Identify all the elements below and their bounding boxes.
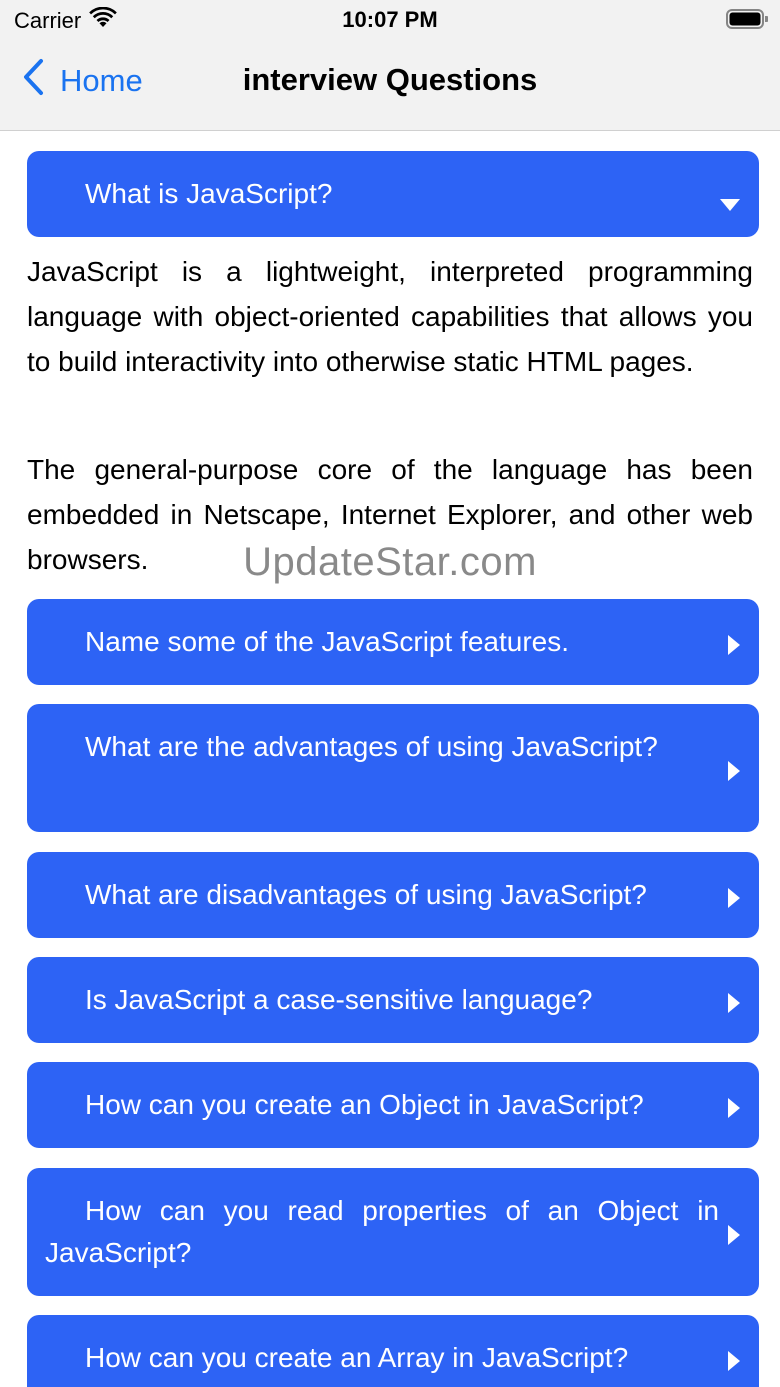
question-label: What are disadvantages of using JavaScri… xyxy=(85,879,647,910)
caret-right-icon xyxy=(727,1347,741,1371)
question-list: What is JavaScript? JavaScript is a ligh… xyxy=(0,131,780,1387)
status-time: 10:07 PM xyxy=(342,7,438,32)
question-item[interactable]: What are disadvantages of using JavaScri… xyxy=(27,852,759,938)
question-label: How can you create an Object in JavaScri… xyxy=(85,1089,644,1120)
question-label: What is JavaScript? xyxy=(85,178,333,209)
navigation-bar: Home interview Questions xyxy=(0,40,780,131)
question-item[interactable]: How can you create an Array in JavaScrip… xyxy=(27,1315,759,1387)
question-item[interactable]: How can you create an Object in JavaScri… xyxy=(27,1062,759,1148)
question-label: Is JavaScript a case-sensitive language? xyxy=(85,984,593,1015)
question-label: How can you create an Array in JavaScrip… xyxy=(85,1342,629,1373)
battery-icon xyxy=(726,9,770,29)
question-label: Name some of the JavaScript features. xyxy=(85,626,569,657)
caret-right-icon xyxy=(727,989,741,1013)
question-item-expanded[interactable]: What is JavaScript? xyxy=(27,151,759,237)
status-bar: Carrier 10:07 PM xyxy=(0,0,780,40)
caret-down-icon xyxy=(719,187,741,211)
question-label: What are the advantages of using JavaScr… xyxy=(85,731,658,762)
caret-right-icon xyxy=(727,1221,741,1245)
page-title: interview Questions xyxy=(242,62,538,97)
answer-paragraph: JavaScript is a lightweight, interpreted… xyxy=(27,256,753,377)
caret-right-icon xyxy=(727,757,741,781)
question-label: How can you read properties of an Object… xyxy=(45,1195,719,1268)
caret-right-icon xyxy=(727,1094,741,1118)
question-item[interactable]: Name some of the JavaScript features. xyxy=(27,599,759,685)
caret-right-icon xyxy=(727,884,741,908)
caret-right-icon xyxy=(727,631,741,655)
question-item[interactable]: Is JavaScript a case-sensitive language? xyxy=(27,957,759,1043)
question-item[interactable]: What are the advantages of using JavaScr… xyxy=(27,704,759,832)
answer-paragraph: The general-purpose core of the language… xyxy=(27,454,753,575)
question-item[interactable]: How can you read properties of an Object… xyxy=(27,1168,759,1296)
